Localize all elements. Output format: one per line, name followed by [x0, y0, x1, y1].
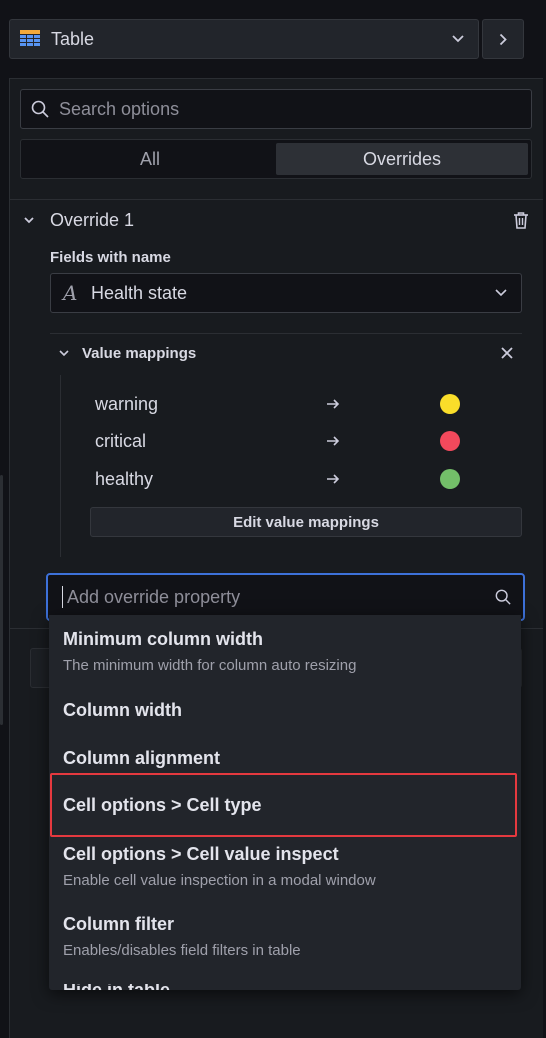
mapping-value: healthy: [95, 468, 154, 489]
search-icon: [495, 589, 511, 605]
search-icon: [31, 100, 49, 118]
menu-item-title: Column filter: [63, 914, 174, 934]
add-override-property-field[interactable]: [46, 573, 525, 621]
arrow-right-icon: [327, 474, 340, 484]
value-mapping-row: critical: [95, 427, 475, 455]
visualization-label: Table: [51, 28, 95, 49]
menu-item[interactable]: Cell options > Cell value inspect Enable…: [63, 844, 513, 889]
menu-item-title: Cell options > Cell value inspect: [63, 844, 339, 864]
divider: [50, 333, 522, 334]
override-title: Override 1: [50, 209, 135, 230]
chevron-down-icon[interactable]: [438, 20, 478, 58]
chevron-down-icon[interactable]: [481, 287, 521, 299]
override-header[interactable]: Override 1: [20, 206, 540, 234]
search-options-field[interactable]: [20, 89, 532, 129]
menu-item-description: Enables/disables field filters in table: [63, 942, 301, 959]
chevron-down-icon[interactable]: [56, 345, 72, 361]
divider: [10, 199, 543, 200]
chevron-right-icon: [499, 33, 507, 45]
trash-icon[interactable]: [510, 209, 532, 231]
scrollbar[interactable]: [0, 475, 3, 725]
value-mapping-row: warning: [95, 390, 475, 418]
field-name-select[interactable]: A Health state: [50, 273, 522, 313]
edit-value-mappings-button[interactable]: Edit value mappings: [90, 507, 522, 537]
close-icon[interactable]: [500, 346, 514, 360]
menu-item[interactable]: Minimum column width The minimum width f…: [63, 629, 513, 674]
color-dot: [440, 469, 460, 489]
value-mappings-header[interactable]: Value mappings: [56, 341, 522, 365]
field-name-value: Health state: [91, 282, 188, 303]
tab-overrides[interactable]: Overrides: [276, 143, 528, 175]
menu-item-description: Enable cell value inspection in a modal …: [63, 872, 376, 889]
chevron-down-icon[interactable]: [20, 211, 38, 229]
menu-item-title: Column width: [63, 700, 182, 720]
arrow-right-icon: [327, 399, 340, 409]
visualization-picker[interactable]: Table: [9, 19, 479, 59]
mapping-value: critical: [95, 430, 147, 451]
override-property-menu: Minimum column width The minimum width f…: [49, 615, 521, 990]
fields-with-name-label: Fields with name: [50, 249, 171, 266]
color-dot: [440, 394, 460, 414]
search-input[interactable]: [57, 97, 531, 121]
tab-all[interactable]: All: [24, 143, 276, 175]
options-tabs: All Overrides: [20, 139, 532, 179]
menu-item[interactable]: Column width: [63, 700, 513, 721]
menu-item[interactable]: Column filter Enables/disables field fil…: [63, 914, 513, 959]
menu-item-partial[interactable]: Hide in table: [63, 984, 170, 990]
section-rule: [60, 375, 61, 557]
mapping-value: warning: [95, 393, 159, 414]
menu-item[interactable]: Column alignment: [63, 748, 513, 769]
menu-item-title: Minimum column width: [63, 629, 263, 649]
table-grid-icon: [20, 30, 40, 46]
value-mapping-row: healthy: [95, 465, 475, 493]
menu-item-title: Column alignment: [63, 748, 220, 768]
arrow-right-icon: [327, 436, 340, 446]
add-override-property-input[interactable]: [65, 585, 495, 609]
menu-item-title: Cell options > Cell type: [63, 795, 262, 815]
menu-item-description: The minimum width for column auto resizi…: [63, 657, 357, 674]
value-mappings-title: Value mappings: [82, 344, 197, 362]
color-dot: [440, 431, 460, 451]
collapse-pane-button[interactable]: [482, 19, 524, 59]
text-cursor: [62, 586, 63, 608]
string-type-icon: A: [63, 281, 78, 305]
menu-item[interactable]: Cell options > Cell type: [63, 795, 513, 816]
